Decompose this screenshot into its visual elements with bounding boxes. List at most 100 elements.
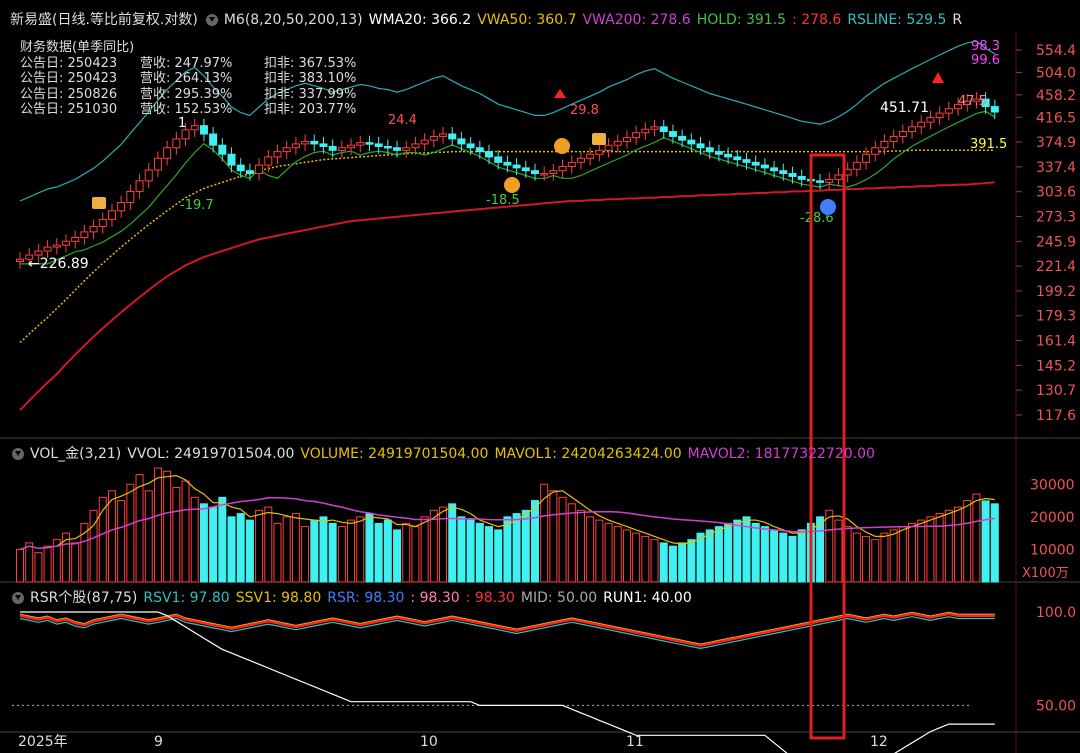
candle-body (797, 175, 806, 180)
rsr-header: RSR个股(87,75) RSV1: 97.80 SSV1: 98.80 RSR: 9… (10, 587, 698, 607)
volume-bar (659, 542, 668, 583)
candle-body (613, 140, 622, 146)
candle-body (705, 147, 714, 153)
candle-body (466, 143, 475, 149)
volume-bar (264, 506, 273, 583)
candle-body (71, 236, 80, 242)
finance-title: 财务数据(单季同比) (20, 40, 135, 55)
rsr-toggle-icon[interactable] (12, 592, 24, 604)
finance-rev: 营收: 264.13% (140, 71, 233, 86)
hold-value-label: 391.5 (970, 137, 1007, 152)
rsline-value-label2: 99.6 (971, 53, 1000, 68)
candle-body (365, 142, 374, 145)
volume-bar (696, 532, 705, 583)
candle-body (98, 218, 107, 227)
volume-bar (788, 535, 797, 583)
finance-np: 扣非: 367.53% (264, 55, 357, 71)
volume-toggle-icon[interactable] (12, 448, 24, 460)
volume-bar (963, 500, 972, 583)
candle-body (337, 147, 346, 151)
volume-bar (632, 532, 641, 583)
candle-body (347, 144, 356, 149)
candle-body (788, 173, 797, 177)
volume-bar (770, 529, 779, 583)
volume-bar (678, 542, 687, 583)
hdr-vwa200: VWA200: 278.6 (582, 12, 691, 28)
candle-body (696, 143, 705, 149)
candle-body (659, 126, 668, 133)
candle-body (393, 147, 402, 151)
candle-body (172, 138, 181, 149)
price-tick-label: 458.2 (1036, 88, 1076, 104)
candle-body (521, 167, 530, 172)
volume-bar (34, 552, 43, 583)
main-header: 新易盛(日线.等比前复权.对数) M6(8,20,50,200,13) WMA20:… (10, 9, 968, 29)
hdr-hold: HOLD: 391.5 (696, 12, 787, 28)
volume-bar (567, 503, 576, 583)
volume-bar (595, 519, 604, 583)
candle-body (227, 153, 236, 166)
volume-bar (990, 503, 999, 583)
buy-signal-icon (554, 138, 570, 154)
volume-bar (356, 516, 365, 583)
finance-panel: 财务数据(单季同比) 公告日: 250423 营收: 247.97% 扣非: 367… (20, 40, 356, 118)
volume-bar (521, 509, 530, 583)
finance-row: 公告日: 250826 营收: 295.39% 扣非: 337.99% (20, 87, 356, 103)
date-axis-label: 12 (870, 734, 888, 750)
candle-body (301, 140, 310, 145)
candle-body (576, 157, 585, 163)
indicator-toggle-icon[interactable] (205, 14, 218, 26)
volume-bar (503, 516, 512, 583)
price-tick-label: 303.6 (1036, 185, 1076, 201)
finance-rev: 营收: 295.39% (140, 86, 233, 102)
news-flag-icon (592, 133, 606, 145)
price-tick-label: 199.2 (1036, 284, 1076, 300)
rsr-pink: : 98.30 (410, 590, 460, 606)
volume-bar (236, 513, 245, 583)
up-triangle-icon (554, 89, 566, 98)
volume-bar (889, 529, 898, 583)
date-axis-label: 10 (420, 734, 438, 750)
volume-bar (291, 513, 300, 583)
candle-body (990, 106, 999, 113)
hdr-vwa50: VWA50: 360.7 (477, 12, 577, 28)
volume-tick-label: 30000 (1030, 477, 1075, 493)
finance-row: 公告日: 250423 营收: 247.97% 扣非: 367.53% (20, 56, 356, 72)
date-axis-label: 2025年 (18, 734, 68, 750)
volume-bar (797, 529, 806, 583)
candle-body (641, 128, 650, 134)
rsline-value-label: 98.3 (971, 39, 1000, 54)
rsr-ssv1: SSV1: 98.80 (235, 590, 322, 606)
volume-bar (494, 529, 503, 583)
candle-body (852, 161, 861, 170)
hdr-r: R (952, 12, 963, 28)
volume-bar (457, 516, 466, 583)
peak-label: 451.71 (880, 100, 929, 116)
candle-body (356, 142, 365, 146)
candle-body (402, 147, 411, 151)
volume-bar (981, 500, 990, 583)
candle-body (825, 178, 834, 183)
candle-body (770, 167, 779, 172)
candle-body (144, 169, 153, 182)
volume-bar (760, 526, 769, 583)
candle-body (163, 147, 172, 159)
volume-bar (365, 513, 374, 583)
candle-body (282, 147, 291, 153)
volume-tick-label: 10000 (1030, 542, 1075, 558)
volume-bar (512, 513, 521, 583)
candle-body (255, 164, 264, 175)
candle-body (898, 131, 907, 137)
candle-body (457, 138, 466, 145)
candle-body (80, 231, 89, 238)
volume-bar (245, 519, 254, 583)
candle-body (632, 132, 641, 139)
volume-bar (61, 532, 70, 583)
candle-body (935, 112, 944, 119)
volume-bar (255, 509, 264, 583)
volume-bar (117, 500, 126, 583)
candle-body (779, 170, 788, 175)
volume-bar (530, 500, 539, 583)
volume-bar (852, 532, 861, 583)
finance-row: 公告日: 251030 营收: 152.53% 扣非: 203.77% (20, 102, 356, 118)
